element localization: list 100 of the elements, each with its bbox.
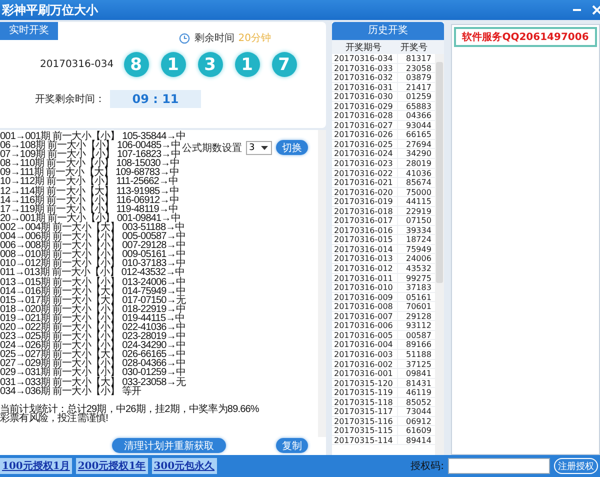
plan-line: 034→036期 前一大小【小】 等开 bbox=[0, 386, 142, 396]
period-dropdown[interactable]: 3 bbox=[246, 140, 272, 154]
countdown-display: 09 : 11 bbox=[110, 90, 201, 108]
table-cell-text: 66165 bbox=[405, 130, 432, 139]
table-cell-text: 18724 bbox=[405, 235, 432, 244]
table-cell: 20170316-008 bbox=[332, 302, 398, 311]
table-cell-text: 01259 bbox=[405, 92, 432, 101]
table-cell-text: 37183 bbox=[405, 283, 432, 292]
table-cell: 20170316-032 bbox=[332, 73, 398, 82]
number-ball: 3 bbox=[198, 52, 223, 77]
history-tab[interactable]: 历史开奖 bbox=[332, 22, 444, 40]
table-cell: 20170316-005 bbox=[332, 330, 398, 340]
number-ball: 1 bbox=[234, 52, 260, 77]
plan-line: 014→016期 前一大小【大】 014-75949→中 bbox=[0, 286, 186, 296]
table-cell: 20170316-015 bbox=[332, 235, 398, 244]
code-input-field[interactable] bbox=[448, 458, 550, 474]
table-cell-text: 06912 bbox=[405, 416, 432, 426]
plan-line: 011→013期 前一大小【小】 012-43532→中 bbox=[0, 268, 185, 278]
table-cell-text: 27694 bbox=[405, 140, 432, 148]
plan-line: 023→025期 前一大小【小】 023-28019→中 bbox=[0, 332, 186, 342]
table-cell: 20170315-119 bbox=[332, 388, 398, 397]
plan-line: 10→112期 前一大小【小】 111-25662→中 bbox=[0, 177, 178, 187]
table-cell-text: 46119 bbox=[405, 388, 432, 397]
plan-line: 001→001期 前一大小【小】 105-35844→中 bbox=[0, 132, 186, 142]
table-cell: 20170315-118 bbox=[332, 398, 398, 406]
table-cell-text: 85674 bbox=[405, 178, 432, 187]
table-cell: 20170315-117 bbox=[332, 407, 398, 416]
plan-line: 004→006期 前一大小【小】 005-00587→中 bbox=[0, 232, 186, 242]
plan-line: 002→004期 前一大小【大】 003-51188→中 bbox=[0, 222, 185, 232]
table-cell-text: 34290 bbox=[405, 149, 432, 158]
table-cell-text: 07150 bbox=[405, 216, 432, 225]
switch-button[interactable]: 切换 bbox=[276, 140, 308, 155]
column-header: 开奖期号 bbox=[344, 42, 382, 54]
table-cell: 20170315-114 bbox=[332, 436, 398, 444]
plan-line: 14→116期 前一大小【小】 116-06912→中 bbox=[0, 196, 179, 205]
live-tab[interactable]: 实时开奖 bbox=[0, 22, 58, 40]
table-cell: 20170316-025 bbox=[332, 140, 398, 148]
scrollbar[interactable] bbox=[318, 130, 326, 437]
table-cell-text: 89414 bbox=[405, 436, 432, 444]
number-ball: 7 bbox=[272, 52, 297, 77]
caret-icon bbox=[260, 146, 268, 150]
service-banner: 软件服务QQ2061497006 bbox=[454, 27, 597, 47]
table-cell-text: 03879 bbox=[405, 73, 432, 82]
plan-line: 010→012期 前一大小【小】 010-37183→中 bbox=[0, 259, 186, 268]
table-cell-text: 04366 bbox=[405, 111, 432, 120]
table-cell-text: 41036 bbox=[405, 168, 432, 178]
table-cell: 20170316-004 bbox=[332, 340, 398, 349]
table-cell: 20170316-001 bbox=[332, 369, 398, 378]
plan-line: 008→010期 前一大小【小】 009-05161→中 bbox=[0, 250, 186, 260]
table-cell: 20170316-002 bbox=[332, 360, 398, 368]
table-cell: 20170316-007 bbox=[332, 312, 398, 320]
table-cell-text: 05161 bbox=[405, 292, 432, 302]
table-cell-text: 75000 bbox=[405, 188, 432, 196]
plan-line: 027→029期 前一大小【小】 028-04366→中 bbox=[0, 359, 186, 368]
table-cell-text: 22919 bbox=[405, 206, 432, 216]
table-cell: 20170316-017 bbox=[332, 216, 398, 225]
table-cell-text: 65883 bbox=[405, 102, 432, 110]
table-cell-text: 44115 bbox=[405, 197, 432, 206]
plan-link[interactable]: 300元包永久 bbox=[152, 458, 217, 474]
table-cell: 20170316-021 bbox=[332, 178, 398, 187]
plan-link[interactable]: 200元授权1年 bbox=[76, 458, 148, 474]
table-cell: 20170316-010 bbox=[332, 283, 398, 292]
window-title: 彩神平刷万位大小 bbox=[2, 2, 98, 18]
plan-line: 06→108期 前一大小【小】 106-00485→中 bbox=[0, 141, 180, 150]
table-cell: 20170316-027 bbox=[332, 120, 398, 130]
period-number: 20170316-034 bbox=[40, 59, 114, 70]
table-cell: 20170315-120 bbox=[332, 378, 398, 388]
plan-line: 020→022期 前一大小【小】 022-41036→中 bbox=[0, 322, 186, 332]
table-cell: 20170316-013 bbox=[332, 254, 398, 264]
table-cell-text: 70601 bbox=[405, 302, 432, 311]
table-cell-text: 39334 bbox=[405, 226, 432, 234]
plan-line: 20→001期 前一大小【小】 001-09841→中 bbox=[0, 214, 180, 223]
plan-line: 025→027期 前一大小【大】 026-66165→中 bbox=[0, 350, 186, 360]
plan-line: 018→020期 前一大小【小】 018-22919→中 bbox=[0, 304, 186, 314]
plan-line: 013→015期 前一大小【小】 013-24006→中 bbox=[0, 278, 186, 287]
table-cell: 20170316-022 bbox=[332, 168, 398, 178]
table-cell: 20170316-003 bbox=[332, 350, 398, 358]
remaining-label: 剩余时间 bbox=[194, 32, 234, 45]
number-ball: 8 bbox=[124, 52, 149, 77]
close-icon[interactable] bbox=[592, 5, 600, 15]
register-button[interactable]: 注册授权 bbox=[554, 458, 598, 474]
refresh-button[interactable]: 清理计划并重新获取 bbox=[112, 438, 226, 453]
plan-line: 08→110期 前一大小【小】 108-15030→中 bbox=[0, 159, 180, 168]
countdown-label: 开奖剩余时间： bbox=[35, 92, 106, 106]
table-cell: 20170316-020 bbox=[332, 188, 398, 196]
table-cell: 20170316-034 bbox=[332, 54, 398, 63]
plan-line: 006→008期 前一大小【小】 007-29128→中 bbox=[0, 241, 186, 250]
table-cell: 20170316-006 bbox=[332, 321, 398, 330]
table-cell-text: 81431 bbox=[405, 378, 432, 388]
plan-link[interactable]: 100元授权1月 bbox=[0, 458, 72, 474]
table-cell: 20170316-016 bbox=[332, 226, 398, 234]
table-cell: 20170316-030 bbox=[332, 92, 398, 101]
scrollbar[interactable] bbox=[435, 54, 444, 455]
table-cell: 20170316-024 bbox=[332, 149, 398, 158]
table-cell-text: 23058 bbox=[405, 64, 432, 72]
plan-line: 12→114期 前一大小【大】 113-91985→中 bbox=[0, 186, 179, 196]
plan-line: 024→026期 前一大小【小】 024-34290→中 bbox=[0, 341, 186, 350]
table-cell-text: 09841 bbox=[405, 369, 432, 378]
summary-line: 彩票有风险，投注需谨慎! bbox=[0, 414, 108, 423]
copy-button[interactable]: 复制 bbox=[276, 438, 308, 453]
